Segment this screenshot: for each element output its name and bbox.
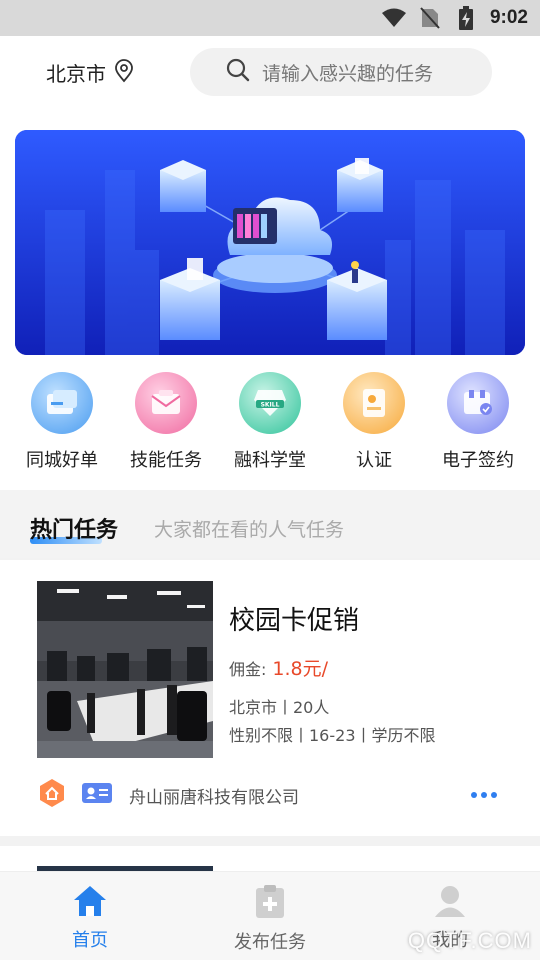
location-pin-icon: [114, 58, 134, 87]
menu-label: 技能任务: [130, 450, 202, 471]
commission-value: 1.8元/: [272, 658, 329, 680]
commission-label: 佣金:: [229, 660, 267, 679]
tab-label: 发布任务: [234, 932, 306, 953]
city-selector[interactable]: 北京市: [46, 58, 134, 87]
city-orders-icon: [31, 372, 93, 434]
menu-label: 同城好单: [26, 450, 98, 471]
watermark: QQTF.COM: [407, 928, 532, 953]
task-title: 校园卡促销: [229, 606, 360, 636]
promo-banner[interactable]: [15, 130, 525, 355]
hot-tasks-title: 热门任务: [30, 518, 119, 543]
wifi-icon: [381, 6, 406, 30]
header: 北京市 请输入感兴趣的任务: [0, 36, 540, 112]
menu-label: 融科学堂: [234, 450, 306, 471]
menu-item-skill-task[interactable]: 技能任务: [116, 370, 216, 490]
skill-academy-icon: SKILL: [239, 372, 301, 434]
task-card[interactable]: 校园卡促销 佣金: 1.8元/ 北京市丨20人 性别不限丨16-23丨学历不限 …: [0, 560, 540, 836]
menu-label: 电子签约: [442, 450, 514, 471]
task-commission: 佣金: 1.8元/: [229, 654, 328, 681]
banner-section: [0, 112, 540, 364]
menu-item-e-sign[interactable]: 电子签约: [428, 370, 528, 490]
search-icon: [226, 58, 250, 86]
menu-item-skill-academy[interactable]: SKILL 融科学堂: [220, 370, 320, 490]
banner-illustration: [15, 130, 525, 355]
battery-charging-icon: [454, 6, 478, 30]
status-bar: 9:02: [0, 0, 540, 36]
search-bar[interactable]: 请输入感兴趣的任务: [190, 48, 492, 96]
tab-home[interactable]: 首页: [0, 872, 180, 960]
publish-task-icon: [253, 884, 287, 924]
task-location-headcount: 北京市丨20人: [229, 698, 330, 717]
id-verified-icon: [81, 781, 113, 809]
menu-label: 认证: [356, 450, 392, 471]
e-sign-icon: [447, 372, 509, 434]
svg-text:SKILL: SKILL: [261, 402, 280, 409]
menu-item-city-orders[interactable]: 同城好单: [12, 370, 112, 490]
status-time: 9:02: [489, 7, 528, 28]
tab-label: 首页: [72, 930, 108, 951]
hot-tasks-header: 热门任务 大家都在看的人气任务: [0, 490, 540, 558]
home-icon: [72, 884, 108, 922]
skill-task-icon: [135, 372, 197, 434]
task-thumbnail: [37, 581, 213, 758]
task-requirements: 性别不限丨16-23丨学历不限: [229, 726, 436, 745]
no-sim-icon: [418, 6, 442, 30]
tab-publish-task[interactable]: 发布任务: [180, 872, 360, 960]
enterprise-badge-icon: [37, 778, 67, 812]
profile-icon: [433, 884, 467, 922]
quick-menu: 同城好单 技能任务 SKILL 融科学堂 认证 电子签约: [0, 364, 540, 490]
certification-icon: [343, 372, 405, 434]
company-row: 舟山丽唐科技有限公司: [37, 778, 497, 812]
company-name: 舟山丽唐科技有限公司: [129, 787, 299, 808]
bottom-nav: 首页 发布任务 我的 QQTF.COM: [0, 871, 540, 960]
search-placeholder: 请输入感兴趣的任务: [262, 62, 434, 85]
hot-tasks-subtitle: 大家都在看的人气任务: [154, 519, 345, 541]
more-options-icon[interactable]: [471, 792, 497, 798]
city-name: 北京市: [46, 62, 106, 86]
menu-item-certification[interactable]: 认证: [324, 370, 424, 490]
